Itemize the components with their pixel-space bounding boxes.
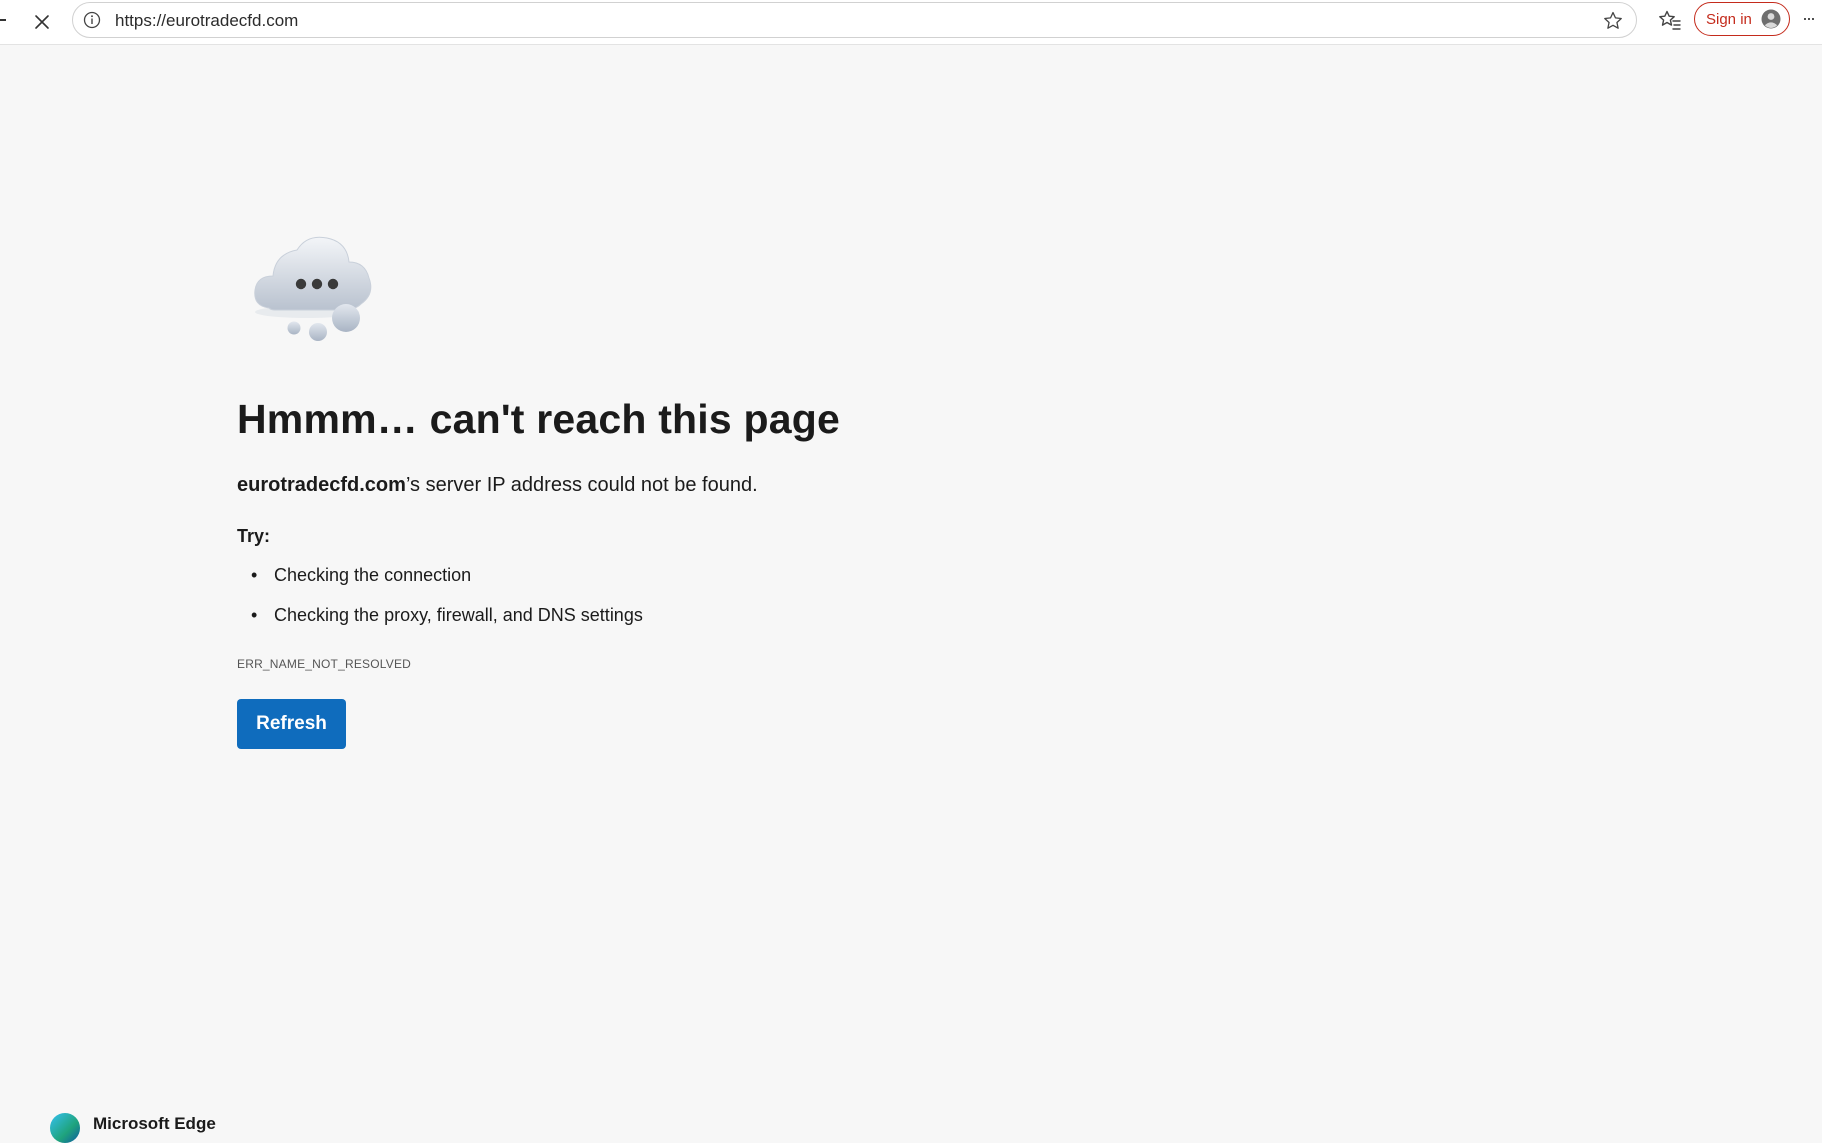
error-message: eurotradecfd.com’s server IP address cou…	[237, 474, 758, 497]
error-code: ERR_NAME_NOT_RESOLVED	[237, 657, 412, 671]
brand-text: Microsoft Edge	[93, 1114, 216, 1133]
cloud-icon	[254, 236, 372, 341]
url-text[interactable]: https://eurotradecfd.com	[115, 11, 298, 31]
favorites-icon[interactable]	[1657, 8, 1683, 34]
more-icon[interactable]: ···	[1802, 9, 1822, 30]
list-item: • Checking the connection	[237, 564, 643, 604]
info-icon[interactable]	[83, 11, 101, 29]
error-message-suffix: ’s server IP address could not be found.	[405, 474, 758, 496]
bullet: •	[251, 565, 258, 585]
page-title: Hmmm… can't reach this page	[237, 396, 840, 442]
sign-in-button[interactable]: Sign in	[1694, 2, 1790, 36]
avatar-icon	[1761, 9, 1781, 29]
suggestion-text: Checking the proxy, firewall, and DNS se…	[274, 605, 643, 625]
browser-toolbar: https://eurotradecfd.com Sign in ···	[0, 0, 1822, 45]
stop-loading-button[interactable]	[28, 8, 56, 36]
suggestion-text: Checking the connection	[274, 565, 472, 585]
bullet: •	[251, 605, 258, 625]
list-item: • Checking the proxy, firewall, and DNS …	[237, 604, 643, 644]
star-icon[interactable]	[1602, 10, 1624, 32]
error-domain: eurotradecfd.com	[237, 474, 406, 496]
sign-in-label: Sign in	[1706, 11, 1752, 28]
back-button-edge[interactable]	[0, 19, 6, 21]
refresh-button[interactable]: Refresh	[237, 699, 346, 749]
stop-icon	[35, 15, 49, 29]
edge-logo-icon	[50, 1113, 80, 1143]
suggestion-list: • Checking the connection • Checking the…	[237, 564, 643, 644]
address-bar[interactable]: https://eurotradecfd.com	[72, 2, 1637, 38]
try-label: Try:	[237, 526, 271, 546]
